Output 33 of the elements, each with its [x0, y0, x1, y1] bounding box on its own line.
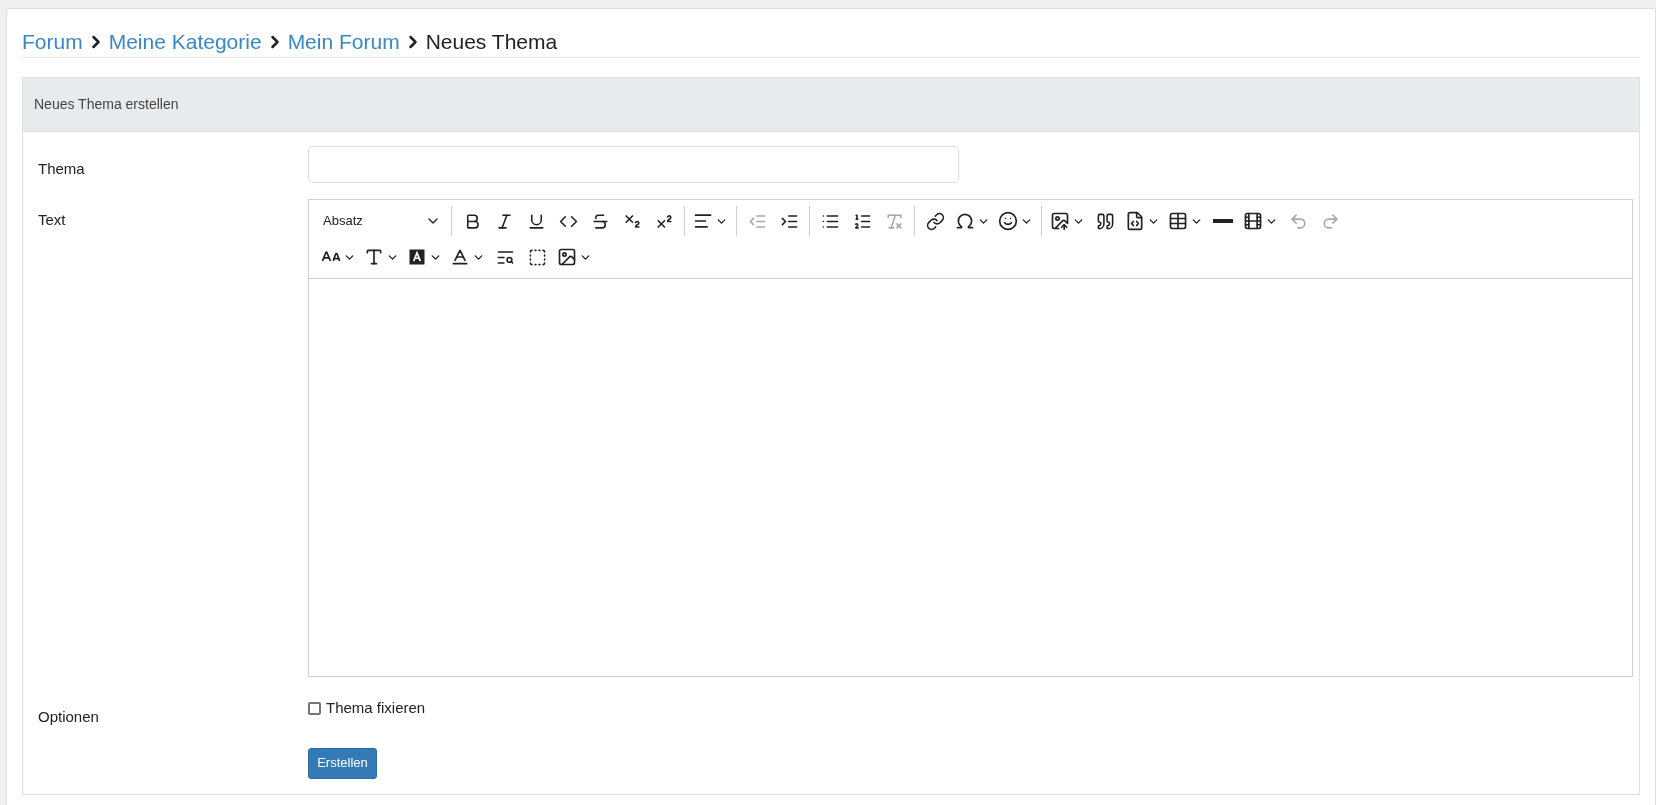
font-family-icon: [364, 247, 384, 267]
strikethrough-icon: [590, 211, 610, 231]
media-icon: [1243, 211, 1263, 231]
image-upload-icon: [1050, 211, 1070, 231]
code-file-icon: [1125, 211, 1145, 231]
clear-format-icon: [884, 211, 904, 231]
numbered-list-icon: [852, 211, 872, 231]
table-icon: [1168, 211, 1188, 231]
field-label: Text: [38, 211, 66, 228]
image-icon: [557, 247, 577, 267]
format-select[interactable]: Absatz: [317, 206, 447, 236]
checkbox[interactable]: [308, 701, 321, 715]
quote-icon: [1095, 211, 1115, 231]
breadcrumb-link[interactable]: Forum: [22, 29, 83, 55]
font-color-icon: [450, 247, 470, 267]
link-icon: [925, 211, 945, 231]
field-label: Optionen: [38, 708, 99, 725]
undo-icon: [1288, 211, 1308, 231]
breadcrumb-link[interactable]: Meine Kategorie: [108, 29, 262, 55]
submit-button[interactable]: Erstellen: [308, 747, 377, 779]
smiley-icon: [998, 211, 1018, 231]
breadcrumb-link[interactable]: Mein Forum: [287, 29, 400, 55]
underline-icon: [526, 211, 546, 231]
highlight-color-icon: [407, 247, 427, 267]
redo-icon: [1320, 211, 1340, 231]
align-left-icon: [693, 211, 713, 231]
subject-input[interactable]: [308, 146, 959, 183]
show-blocks-icon: [527, 247, 547, 267]
field-label: Thema: [38, 160, 85, 177]
card-title: Neues Thema erstellen: [34, 95, 179, 114]
breadcrumb-current: Neues Thema: [425, 29, 558, 55]
omega-icon: [955, 211, 975, 231]
checkbox-label: Thema fixieren: [326, 698, 426, 718]
